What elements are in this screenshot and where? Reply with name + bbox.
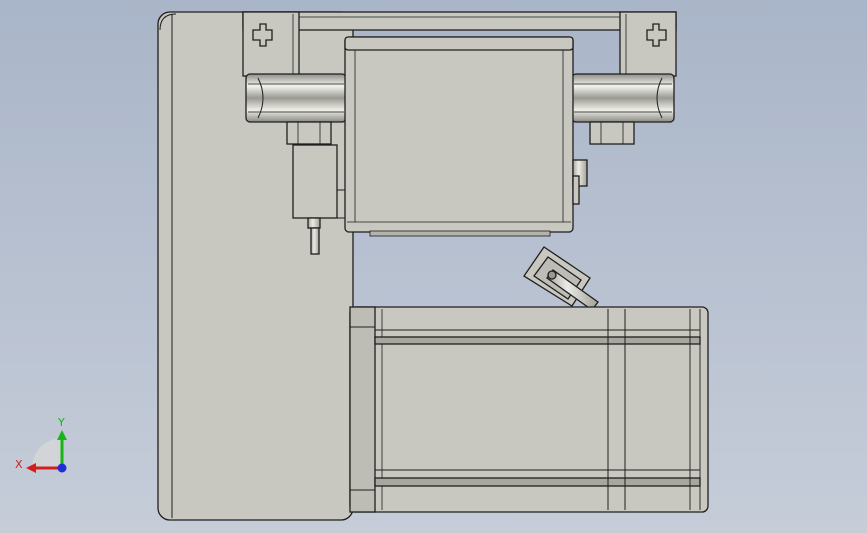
gearbox-housing[interactable] xyxy=(344,36,574,237)
left-guide-wheel[interactable] xyxy=(245,73,347,123)
z-axis-dot-icon xyxy=(57,463,67,473)
cad-viewport[interactable]: X Y xyxy=(0,0,867,533)
right-bracket[interactable] xyxy=(619,11,677,77)
x-axis-label: X xyxy=(15,458,23,471)
sensor-bracket[interactable] xyxy=(292,144,345,219)
carriage-plate[interactable] xyxy=(242,11,677,31)
x-arrow-head-icon xyxy=(26,463,36,473)
left-hex-nut[interactable] xyxy=(286,121,332,145)
y-arrow-head-icon xyxy=(57,430,67,440)
right-hex-nut[interactable] xyxy=(589,121,635,145)
left-bracket[interactable] xyxy=(242,11,300,77)
gearbox-stud[interactable] xyxy=(572,159,588,205)
axis-triad: X Y xyxy=(15,416,67,473)
model-drawing[interactable]: X Y xyxy=(0,0,867,533)
coupler-block[interactable] xyxy=(523,246,599,311)
right-guide-wheel[interactable] xyxy=(571,73,675,123)
y-axis-label: Y xyxy=(57,416,65,429)
servo-motor[interactable] xyxy=(349,306,709,513)
